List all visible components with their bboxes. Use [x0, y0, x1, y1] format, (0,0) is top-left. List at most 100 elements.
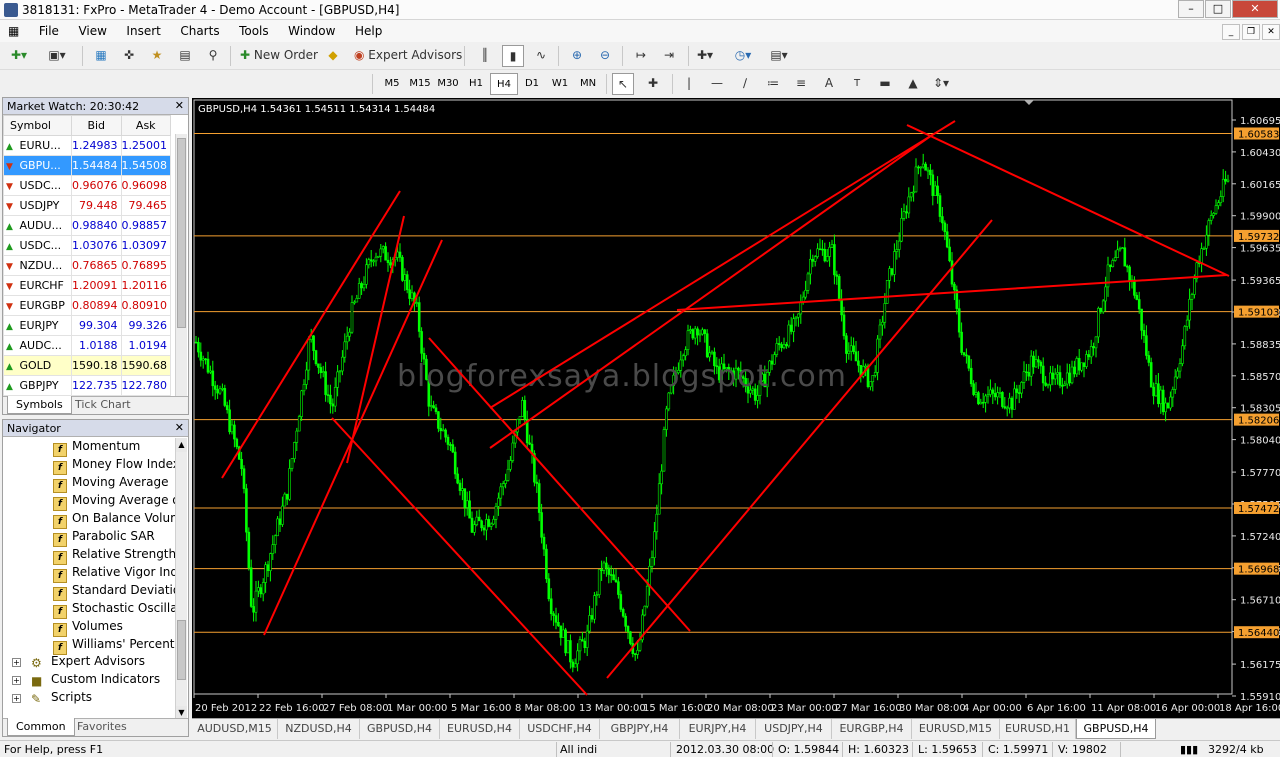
profiles-icon[interactable]: ▣▾ [46, 45, 68, 67]
fibonacci-icon[interactable]: ≡ [790, 73, 812, 95]
market-watch-row[interactable]: ▼ GBPU... 1.54484 1.54508 [3, 155, 171, 176]
triangle-icon[interactable]: ▲ [902, 73, 924, 95]
navigator-indicator-item[interactable]: f Stochastic Oscillat [53, 601, 175, 619]
chart-tab[interactable]: USDCHF,H4 [520, 719, 600, 739]
close-button[interactable]: ✕ [1232, 0, 1278, 18]
rectangle-icon[interactable]: ▬ [874, 73, 896, 95]
symbol-cell[interactable]: ▲ GBPJPY [3, 375, 72, 396]
data-window-icon[interactable]: ✜ [118, 45, 140, 67]
text-icon[interactable]: A [818, 73, 840, 95]
chart-tab[interactable]: NZDUSD,H4 [278, 719, 360, 739]
timeframe-m15[interactable]: M15 [406, 73, 434, 95]
timeframe-w1[interactable]: W1 [546, 73, 574, 95]
market-watch-row[interactable]: ▼ EURGBP 0.80894 0.80910 [3, 295, 171, 316]
col-ask[interactable]: Ask [120, 115, 171, 136]
market-watch-close-icon[interactable]: ✕ [175, 99, 184, 112]
market-watch-row[interactable]: ▲ AUDC... 1.0188 1.0194 [3, 335, 171, 356]
auto-scroll-icon[interactable]: ↦ [630, 45, 652, 67]
mdi-close-button[interactable]: ✕ [1262, 24, 1280, 40]
chart-canvas[interactable]: blogforexsaya.blogspot.com1.606951.60430… [192, 98, 1280, 718]
symbol-cell[interactable]: ▼ GBPU... [3, 155, 72, 176]
market-watch-row[interactable]: ▼ USDC... 0.96076 0.96098 [3, 175, 171, 196]
navigator-indicator-item[interactable]: f Relative Vigor Inde [53, 565, 175, 583]
chart-tab[interactable]: GBPUSD,H4 [360, 719, 440, 739]
terminal-icon[interactable]: ▤ [174, 45, 196, 67]
chart-tab[interactable]: GBPUSD,H4 [1076, 719, 1156, 739]
navigator-indicator-item[interactable]: f Momentum [53, 439, 175, 457]
crosshair-icon[interactable]: ✚ [642, 73, 664, 95]
timeframe-mn[interactable]: MN [574, 73, 602, 95]
trendline-icon[interactable]: ∕ [734, 73, 756, 95]
chart-tab[interactable]: EURUSD,M15 [912, 719, 1000, 739]
menu-help[interactable]: Help [347, 20, 390, 42]
horizontal-line-icon[interactable]: — [706, 73, 728, 95]
candlestick-icon[interactable]: ▮ [502, 45, 524, 67]
expand-icon[interactable]: + [12, 676, 21, 685]
col-bid[interactable]: Bid [71, 115, 122, 136]
symbol-cell[interactable]: ▼ EURCHF [3, 275, 72, 296]
symbol-cell[interactable]: ▼ USDJPY [3, 195, 72, 216]
navigator-indicator-item[interactable]: f Standard Deviatio [53, 583, 175, 601]
timeframe-h4[interactable]: H4 [490, 73, 518, 95]
tab-symbols[interactable]: Symbols [7, 396, 72, 414]
symbol-cell[interactable]: ▲ EURU... [3, 135, 72, 156]
navigator-scroll-thumb[interactable] [177, 620, 186, 680]
templates-icon[interactable]: ▤▾ [768, 45, 790, 67]
menu-charts[interactable]: Charts [172, 20, 227, 42]
maximize-button[interactable]: □ [1205, 0, 1231, 18]
col-symbol[interactable]: Symbol [3, 115, 72, 136]
chart-tab[interactable]: EURJPY,H4 [680, 719, 756, 739]
price-chart[interactable]: blogforexsaya.blogspot.com 1.60695 1.60430… [192, 98, 1280, 718]
periods-icon[interactable]: ◷▾ [732, 45, 754, 67]
market-watch-row[interactable]: ▲ USDC... 1.03076 1.03097 [3, 235, 171, 256]
menu-tools[interactable]: Tools [231, 20, 277, 42]
timeframe-d1[interactable]: D1 [518, 73, 546, 95]
navigator-indicator-item[interactable]: f Moving Average [53, 475, 175, 493]
expert-advisors-button[interactable]: ◉ Expert Advisors [350, 45, 466, 67]
navigator-indicator-item[interactable]: f On Balance Volum [53, 511, 175, 529]
scroll-up-icon[interactable]: ▲ [176, 438, 187, 452]
arrows-icon[interactable]: ⇕▾ [930, 73, 952, 95]
navigator-indicator-item[interactable]: f Relative Strength I [53, 547, 175, 565]
new-chart-icon[interactable]: ✚▾ [8, 45, 30, 67]
vertical-line-icon[interactable]: | [678, 73, 700, 95]
navigator-indicator-item[interactable]: f Money Flow Index [53, 457, 175, 475]
navigator-indicator-item[interactable]: f Williams' Percent R [53, 637, 175, 655]
symbol-cell[interactable]: ▲ AUDC... [3, 335, 72, 356]
symbol-cell[interactable]: ▲ AUDU... [3, 215, 72, 236]
cursor-icon[interactable]: ↖ [612, 73, 634, 95]
navigator-close-icon[interactable]: ✕ [175, 421, 184, 434]
chart-shift-icon[interactable]: ⇥ [658, 45, 680, 67]
zoom-out-icon[interactable]: ⊖ [594, 45, 616, 67]
new-order-button[interactable]: ✚ New Order [236, 45, 322, 67]
market-watch-icon[interactable]: ▦ [90, 45, 112, 67]
navigator-scrollbar[interactable]: ▲ ▼ [175, 438, 187, 720]
chart-tab[interactable]: EURGBP,H4 [832, 719, 912, 739]
market-watch-row[interactable]: ▲ GOLD 1590.18 1590.68 [3, 355, 171, 376]
chart-tab[interactable]: USDJPY,H4 [756, 719, 832, 739]
mdi-restore-button[interactable]: ❐ [1242, 24, 1260, 40]
chart-tab[interactable]: GBPJPY,H4 [600, 719, 680, 739]
line-chart-icon[interactable]: ∿ [530, 45, 552, 67]
indicators-icon[interactable]: ✚▾ [694, 45, 716, 67]
symbol-cell[interactable]: ▲ EURJPY [3, 315, 72, 336]
menu-insert[interactable]: Insert [118, 20, 168, 42]
text-label-icon[interactable]: T [846, 73, 868, 95]
strategy-tester-icon[interactable]: ⚲ [202, 45, 224, 67]
status-profile[interactable]: All indi [560, 743, 597, 757]
market-watch-scrollbar[interactable] [175, 134, 187, 396]
mdi-minimize-button[interactable]: _ [1222, 24, 1240, 40]
navigator-group-item[interactable]: ⚙ Expert Advisors [31, 654, 175, 672]
equidistant-channel-icon[interactable]: ≔ [762, 73, 784, 95]
market-watch-row[interactable]: ▼ USDJPY 79.448 79.465 [3, 195, 171, 216]
market-watch-row[interactable]: ▼ NZDU... 0.76865 0.76895 [3, 255, 171, 276]
minimize-button[interactable]: – [1178, 0, 1204, 18]
market-watch-row[interactable]: ▼ EURCHF 1.20091 1.20116 [3, 275, 171, 296]
market-watch-row[interactable]: ▲ EURJPY 99.304 99.326 [3, 315, 171, 336]
navigator-indicator-item[interactable]: f Moving Average o [53, 493, 175, 511]
tab-tick-chart[interactable]: Tick Chart [67, 396, 139, 414]
timeframe-m30[interactable]: M30 [434, 73, 462, 95]
navigator-group-item[interactable]: ✎ Scripts [31, 690, 175, 708]
menu-view[interactable]: View [70, 20, 114, 42]
expand-icon[interactable]: + [12, 658, 21, 667]
